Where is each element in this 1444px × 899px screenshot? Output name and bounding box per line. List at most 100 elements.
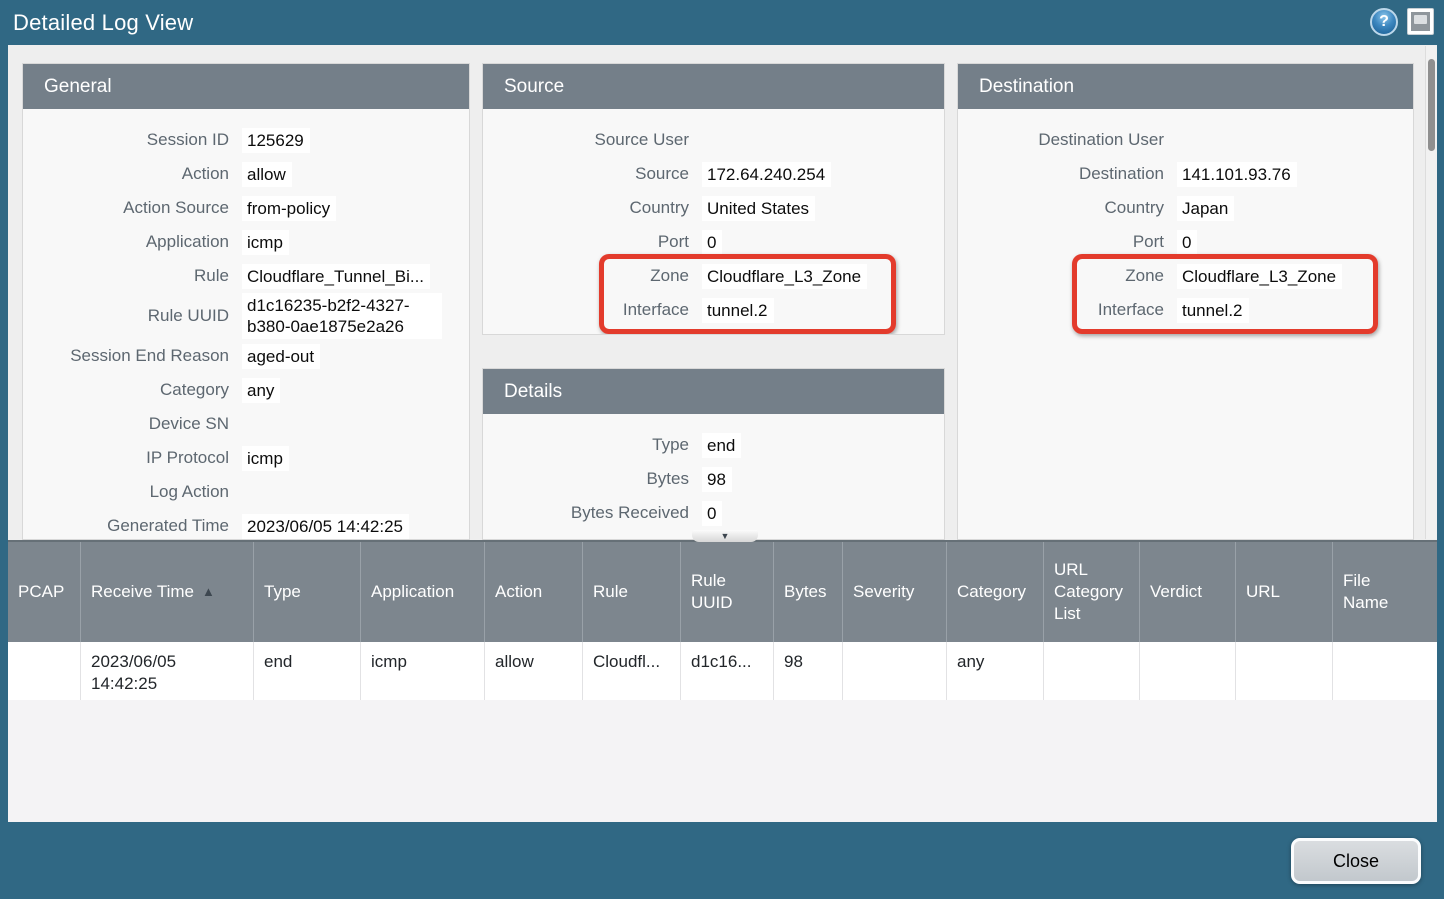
column-header[interactable]: Type xyxy=(253,542,360,642)
table-cell: 98 xyxy=(773,642,842,700)
source-panel: Source Source User Source 172.64.240.254 xyxy=(482,63,945,335)
details-panel-body: Type end Bytes 98 Bytes Received 0 xyxy=(483,414,944,539)
field-value: Cloudflare_Tunnel_Bi... xyxy=(242,264,430,289)
field-value-cell: 2023/06/05 14:42:25 xyxy=(229,514,469,539)
field-label: Country xyxy=(958,198,1164,218)
field-value-cell: from-policy xyxy=(229,196,469,221)
log-table: PCAP Receive Time▲ Type Application Acti… xyxy=(8,540,1437,822)
field-row: Session ID 125629 xyxy=(23,123,469,157)
column-header[interactable]: URL Category List xyxy=(1043,542,1139,642)
table-empty-area xyxy=(8,700,1437,822)
field-value: 0 xyxy=(702,230,722,255)
column-header[interactable]: Application xyxy=(360,542,484,642)
window-icon[interactable] xyxy=(1407,8,1434,35)
field-label: Action xyxy=(23,164,229,184)
destination-column: Destination Destination User Destination… xyxy=(957,63,1414,540)
field-label: Source xyxy=(483,164,689,184)
field-value: any xyxy=(242,378,280,403)
field-row: Application icmp xyxy=(23,225,469,259)
field-row: Rule Cloudflare_Tunnel_Bi... xyxy=(23,259,469,293)
column-header-label: Receive Time xyxy=(91,581,194,603)
field-value-cell: icmp xyxy=(229,446,469,471)
log-detail-area: General Session ID 125629 Action allow xyxy=(8,45,1437,540)
column-header[interactable]: Category xyxy=(946,542,1043,642)
field-row: Destination 141.101.93.76 xyxy=(958,157,1413,191)
field-row: Session End Reason aged-out xyxy=(23,339,469,373)
field-label: Zone xyxy=(483,266,689,286)
field-value-cell: Cloudflare_L3_Zone xyxy=(689,264,944,289)
field-value-cell: allow xyxy=(229,162,469,187)
column-header-label: Rule UUID xyxy=(691,570,755,614)
field-label: Category xyxy=(23,380,229,400)
column-header[interactable]: Rule UUID xyxy=(680,542,773,642)
field-row: Zone Cloudflare_L3_Zone xyxy=(958,259,1413,293)
table-cell xyxy=(1332,642,1437,700)
field-value-cell: 172.64.240.254 xyxy=(689,162,944,187)
column-header-label: Severity xyxy=(853,581,914,603)
field-row: Country United States xyxy=(483,191,944,225)
field-value-cell: 0 xyxy=(1164,230,1413,255)
vertical-scrollbar[interactable] xyxy=(1425,46,1437,539)
details-panel: Details Type end Bytes 98 xyxy=(482,368,945,540)
field-label: Source User xyxy=(483,130,689,150)
field-value: icmp xyxy=(242,230,289,255)
column-header[interactable]: Action xyxy=(484,542,582,642)
field-row: IP Protocol icmp xyxy=(23,441,469,475)
table-row[interactable]: 2023/06/05 14:42:25 end icmp allow Cloud… xyxy=(8,642,1437,700)
column-header[interactable]: Receive Time▲ xyxy=(80,542,253,642)
table-cell xyxy=(1043,642,1139,700)
table-cell: allow xyxy=(484,642,582,700)
field-label: Generated Time xyxy=(23,516,229,536)
column-header-label: File Name xyxy=(1343,570,1407,614)
field-label: Destination xyxy=(958,164,1164,184)
table-cell: icmp xyxy=(360,642,484,700)
field-value-cell: any xyxy=(229,378,469,403)
field-label: IP Protocol xyxy=(23,448,229,468)
field-row: Port 0 xyxy=(958,225,1413,259)
field-value-cell: 125629 xyxy=(229,128,469,153)
field-value: aged-out xyxy=(242,344,320,369)
column-header[interactable]: Severity xyxy=(842,542,946,642)
field-value: 141.101.93.76 xyxy=(1177,162,1297,187)
splitter-handle[interactable]: ▼ xyxy=(692,530,758,542)
column-header[interactable]: Rule xyxy=(582,542,680,642)
field-value-cell xyxy=(229,415,469,433)
field-label: Zone xyxy=(958,266,1164,286)
field-label: Log Action xyxy=(23,482,229,502)
close-button[interactable]: Close xyxy=(1291,838,1421,884)
column-header-label: Type xyxy=(264,581,301,603)
page-title: Detailed Log View xyxy=(13,10,193,36)
field-value-cell xyxy=(229,483,469,501)
general-column: General Session ID 125629 Action allow xyxy=(22,63,470,540)
window-icon-glyph xyxy=(1411,12,1430,31)
field-row: Bytes 98 xyxy=(483,462,944,496)
field-row: Log Action xyxy=(23,475,469,509)
field-value: tunnel.2 xyxy=(1177,298,1249,323)
field-value-cell: end xyxy=(689,433,944,458)
column-header-label: Action xyxy=(495,581,542,603)
field-label: Country xyxy=(483,198,689,218)
field-value: Cloudflare_L3_Zone xyxy=(702,264,867,289)
column-header[interactable]: URL xyxy=(1235,542,1332,642)
field-value-cell: tunnel.2 xyxy=(689,298,944,323)
column-header-label: PCAP xyxy=(18,581,64,603)
column-header-label: Verdict xyxy=(1150,581,1202,603)
field-label: Interface xyxy=(958,300,1164,320)
field-value: end xyxy=(702,433,741,458)
field-value-cell: icmp xyxy=(229,230,469,255)
field-label: Rule xyxy=(23,266,229,286)
column-header[interactable]: Bytes xyxy=(773,542,842,642)
field-row: Port 0 xyxy=(483,225,944,259)
column-header[interactable]: PCAP xyxy=(8,542,80,642)
table-cell xyxy=(8,642,80,700)
column-header[interactable]: Verdict xyxy=(1139,542,1235,642)
field-label: Type xyxy=(483,435,689,455)
scrollbar-thumb[interactable] xyxy=(1428,59,1435,151)
field-value: 0 xyxy=(702,501,722,526)
column-header[interactable]: File Name xyxy=(1332,542,1437,642)
field-label: Interface xyxy=(483,300,689,320)
source-panel-title: Source xyxy=(483,64,944,109)
field-value-cell: aged-out xyxy=(229,344,469,369)
column-header-label: Application xyxy=(371,581,454,603)
help-icon[interactable]: ? xyxy=(1370,8,1398,36)
